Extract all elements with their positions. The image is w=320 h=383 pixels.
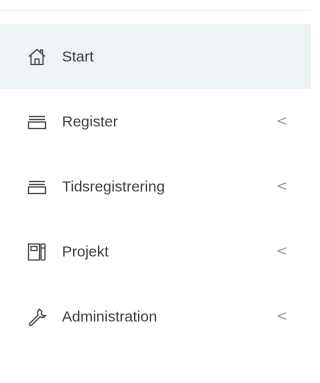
sidebar-item-label: Start bbox=[62, 48, 94, 65]
sidebar-item-register[interactable]: Register < bbox=[0, 89, 311, 154]
sidebar-item-tidsregistrering[interactable]: Tidsregistrering < bbox=[0, 154, 311, 219]
chevron-left-icon[interactable]: < bbox=[276, 113, 288, 129]
sidebar-item-start[interactable]: Start bbox=[0, 24, 311, 89]
notebook-icon bbox=[27, 242, 47, 262]
sidebar-item-label: Tidsregistrering bbox=[62, 178, 165, 195]
chevron-left-icon[interactable]: < bbox=[276, 308, 288, 324]
sidebar-item-administration[interactable]: Administration < bbox=[0, 284, 311, 349]
sidebar: Start Register < Tidsregistrering < Proj… bbox=[0, 0, 311, 383]
sidebar-item-projekt[interactable]: Projekt < bbox=[0, 219, 311, 284]
wrench-icon bbox=[27, 307, 47, 327]
sidebar-item-label: Register bbox=[62, 113, 118, 130]
sidebar-nav: Start Register < Tidsregistrering < Proj… bbox=[0, 24, 311, 349]
home-icon bbox=[27, 47, 47, 67]
chevron-left-icon[interactable]: < bbox=[276, 178, 288, 194]
tray-icon bbox=[27, 112, 47, 132]
sidebar-item-label: Administration bbox=[62, 308, 158, 325]
chevron-left-icon[interactable]: < bbox=[276, 243, 288, 259]
tray-icon bbox=[27, 177, 47, 197]
divider bbox=[0, 10, 311, 11]
sidebar-item-label: Projekt bbox=[62, 243, 109, 260]
